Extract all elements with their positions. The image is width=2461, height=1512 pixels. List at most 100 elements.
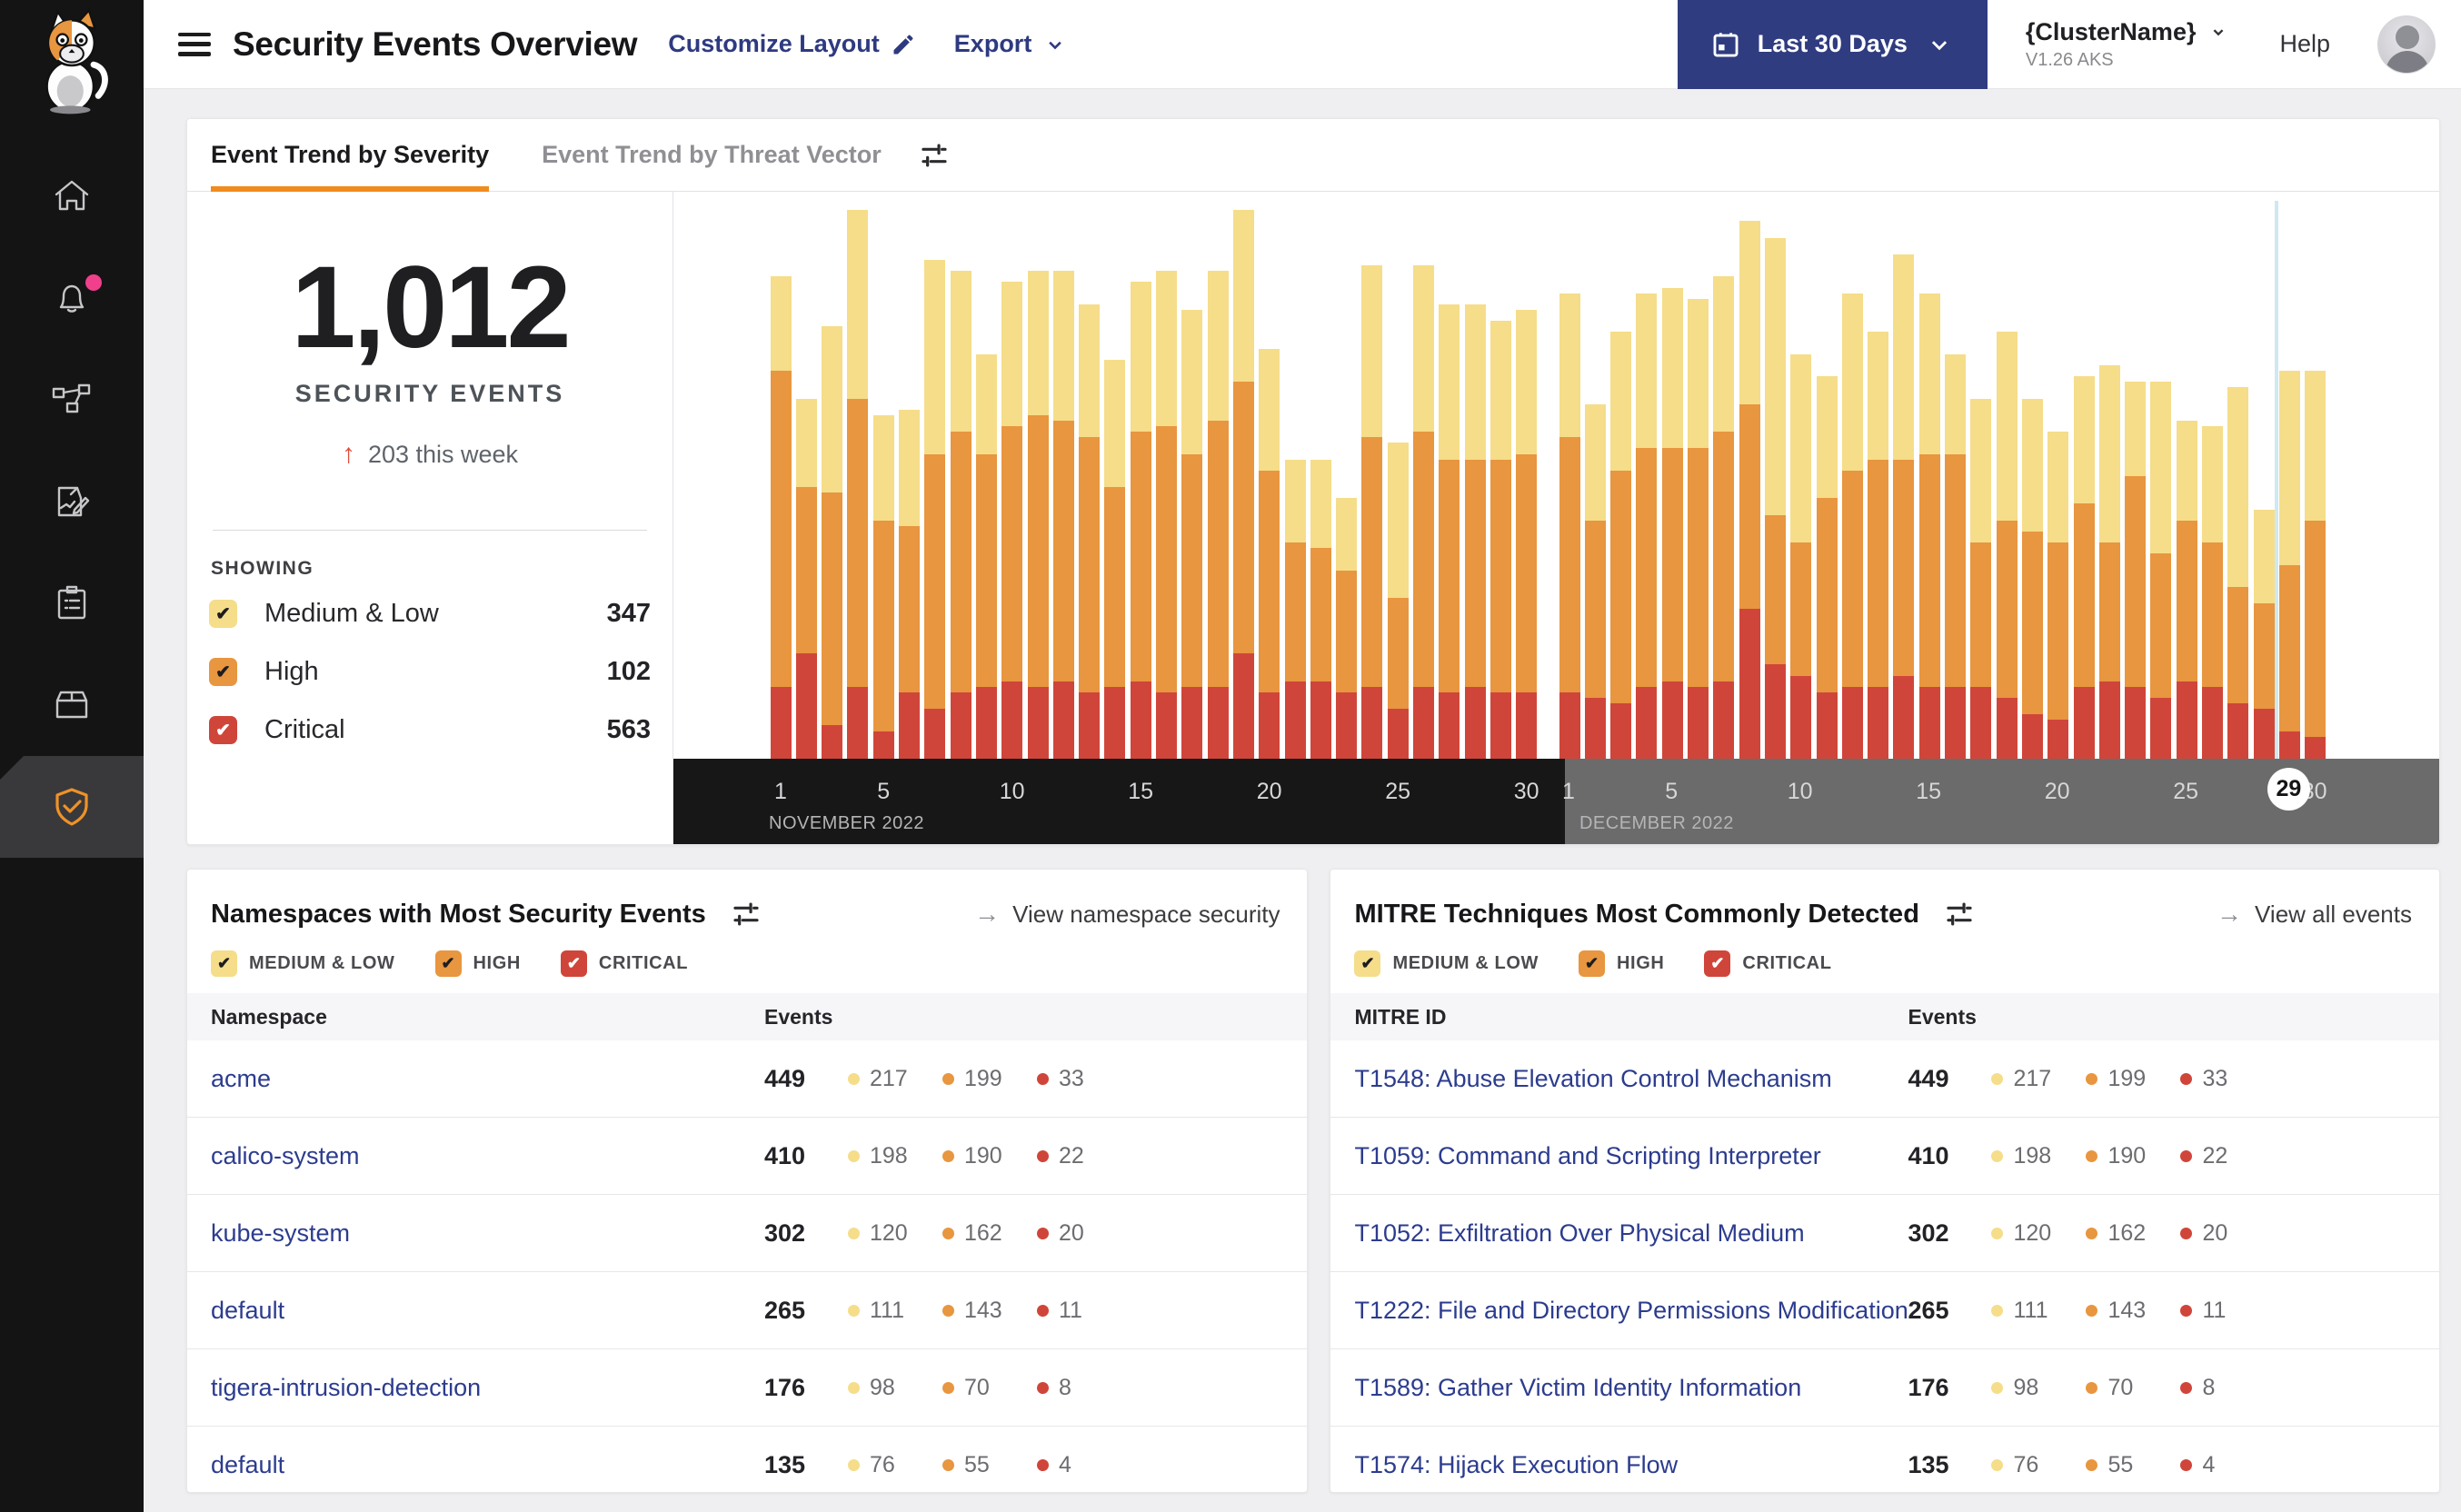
sidebar-item-policies[interactable] [0, 451, 144, 552]
help-link[interactable]: Help [2279, 30, 2330, 58]
filter-chip-critical[interactable]: ✔ CRITICAL [560, 950, 688, 977]
bar-nov-25[interactable] [1387, 443, 1409, 759]
bar-dec-15[interactable] [1918, 293, 1940, 759]
bar-dec-25[interactable] [2176, 420, 2197, 759]
bar-dec-21[interactable] [2073, 376, 2095, 759]
bar-nov-21[interactable] [1284, 459, 1306, 759]
bar-nov-15[interactable] [1130, 282, 1151, 759]
medium_low-checkbox[interactable]: ✔ [209, 600, 237, 629]
chart-filter-button[interactable] [920, 141, 949, 170]
high-checkbox[interactable]: ✔ [434, 950, 462, 977]
bar-dec-2[interactable] [1584, 403, 1606, 759]
row-link[interactable]: calico-system [211, 1142, 360, 1170]
namespaces-filter-button[interactable] [732, 900, 761, 929]
high-checkbox[interactable]: ✔ [1579, 950, 1605, 977]
row-link[interactable]: kube-system [211, 1219, 350, 1248]
bar-dec-20[interactable] [2048, 432, 2069, 759]
bar-dec-24[interactable] [2150, 382, 2172, 759]
row-link[interactable]: T1574: Hijack Execution Flow [1354, 1451, 1678, 1479]
bar-nov-13[interactable] [1079, 303, 1101, 759]
bar-dec-12[interactable] [1841, 293, 1863, 759]
bar-nov-8[interactable] [950, 271, 971, 759]
bar-dec-6[interactable] [1688, 298, 1709, 759]
bar-nov-5[interactable] [872, 414, 894, 759]
cluster-selector[interactable]: {ClusterName} V1.26 AKS [2026, 18, 2229, 71]
bar-nov-19[interactable] [1232, 210, 1254, 759]
filter-chip-high[interactable]: ✔ HIGH [434, 950, 521, 977]
bar-dec-7[interactable] [1713, 276, 1735, 759]
bar-dec-1[interactable] [1559, 293, 1580, 759]
tab-event-trend-by-threat-vector[interactable]: Event Trend by Threat Vector [542, 119, 882, 192]
bar-dec-30[interactable] [2305, 371, 2326, 759]
bar-nov-20[interactable] [1259, 348, 1280, 759]
bar-dec-28[interactable] [2253, 509, 2275, 759]
bar-nov-18[interactable] [1207, 271, 1229, 759]
row-link[interactable]: T1052: Exfiltration Over Physical Medium [1354, 1219, 1804, 1248]
view-all-events-link[interactable]: → View all events [2217, 900, 2412, 929]
bar-nov-10[interactable] [1001, 282, 1023, 759]
bar-nov-9[interactable] [975, 353, 997, 759]
bar-dec-17[interactable] [1970, 398, 1992, 759]
mitre-filter-button[interactable] [1945, 900, 1974, 929]
bar-dec-11[interactable] [1816, 376, 1838, 759]
row-link[interactable]: T1222: File and Directory Permissions Mo… [1354, 1297, 1908, 1325]
bar-nov-14[interactable] [1104, 359, 1126, 759]
bar-nov-24[interactable] [1361, 265, 1383, 759]
bar-nov-2[interactable] [795, 398, 817, 759]
bar-dec-3[interactable] [1610, 332, 1632, 759]
filter-chip-high[interactable]: ✔ HIGH [1579, 950, 1664, 977]
bar-nov-17[interactable] [1181, 309, 1203, 759]
row-link[interactable]: T1059: Command and Scripting Interpreter [1354, 1142, 1820, 1170]
bar-nov-7[interactable] [924, 260, 946, 759]
critical-checkbox[interactable]: ✔ [560, 950, 587, 977]
bar-nov-22[interactable] [1310, 459, 1331, 759]
bar-dec-13[interactable] [1868, 332, 1889, 759]
date-range-button[interactable]: Last 30 Days [1677, 0, 1988, 89]
bar-dec-16[interactable] [1945, 353, 1966, 759]
row-link[interactable]: acme [211, 1065, 271, 1093]
sidebar-item-compliance[interactable] [0, 552, 144, 654]
bar-nov-11[interactable] [1027, 271, 1049, 759]
customize-layout-button[interactable]: Customize Layout [668, 30, 916, 58]
bar-dec-10[interactable] [1790, 353, 1812, 759]
bar-nov-26[interactable] [1413, 265, 1434, 759]
bar-dec-29[interactable] [2278, 371, 2300, 759]
bar-nov-12[interactable] [1052, 271, 1074, 759]
selected-day-badge[interactable]: 29 [2267, 768, 2310, 811]
bar-dec-14[interactable] [1893, 254, 1915, 759]
filter-chip-medium_low[interactable]: ✔ MEDIUM & LOW [1354, 950, 1539, 977]
bar-dec-8[interactable] [1739, 221, 1760, 759]
bar-nov-29[interactable] [1490, 321, 1511, 759]
bar-dec-23[interactable] [2125, 382, 2147, 759]
bar-nov-4[interactable] [847, 210, 869, 759]
hamburger-menu-icon[interactable] [178, 32, 211, 56]
critical-checkbox[interactable]: ✔ [1704, 950, 1731, 977]
bar-dec-4[interactable] [1636, 293, 1658, 759]
view-namespace-security-link[interactable]: → View namespace security [974, 900, 1280, 929]
bar-nov-23[interactable] [1336, 498, 1358, 759]
sidebar-item-threat-defense[interactable] [0, 756, 144, 858]
critical-checkbox[interactable]: ✔ [209, 716, 237, 745]
bar-nov-3[interactable] [822, 326, 843, 759]
row-link[interactable]: default [211, 1451, 284, 1479]
medium_low-checkbox[interactable]: ✔ [211, 950, 237, 977]
high-checkbox[interactable]: ✔ [209, 658, 237, 687]
row-link[interactable]: default [211, 1297, 284, 1325]
bar-dec-18[interactable] [1996, 332, 2018, 759]
row-link[interactable]: T1589: Gather Victim Identity Informatio… [1354, 1374, 1801, 1402]
tab-event-trend-by-severity[interactable]: Event Trend by Severity [211, 119, 490, 192]
row-link[interactable]: tigera-intrusion-detection [211, 1374, 481, 1402]
bar-nov-6[interactable] [899, 409, 920, 759]
bar-dec-9[interactable] [1764, 237, 1786, 759]
user-avatar[interactable] [2377, 15, 2436, 74]
filter-chip-medium_low[interactable]: ✔ MEDIUM & LOW [211, 950, 395, 977]
bar-nov-16[interactable] [1156, 271, 1177, 759]
sidebar-item-home[interactable] [0, 145, 144, 247]
filter-chip-critical[interactable]: ✔ CRITICAL [1704, 950, 1831, 977]
bar-nov-30[interactable] [1516, 309, 1538, 759]
medium_low-checkbox[interactable]: ✔ [1354, 950, 1381, 977]
export-button[interactable]: Export [954, 30, 1069, 58]
bar-nov-1[interactable] [770, 276, 792, 759]
sidebar-item-alerts[interactable] [0, 247, 144, 349]
sidebar-item-image-assurance[interactable] [0, 654, 144, 756]
